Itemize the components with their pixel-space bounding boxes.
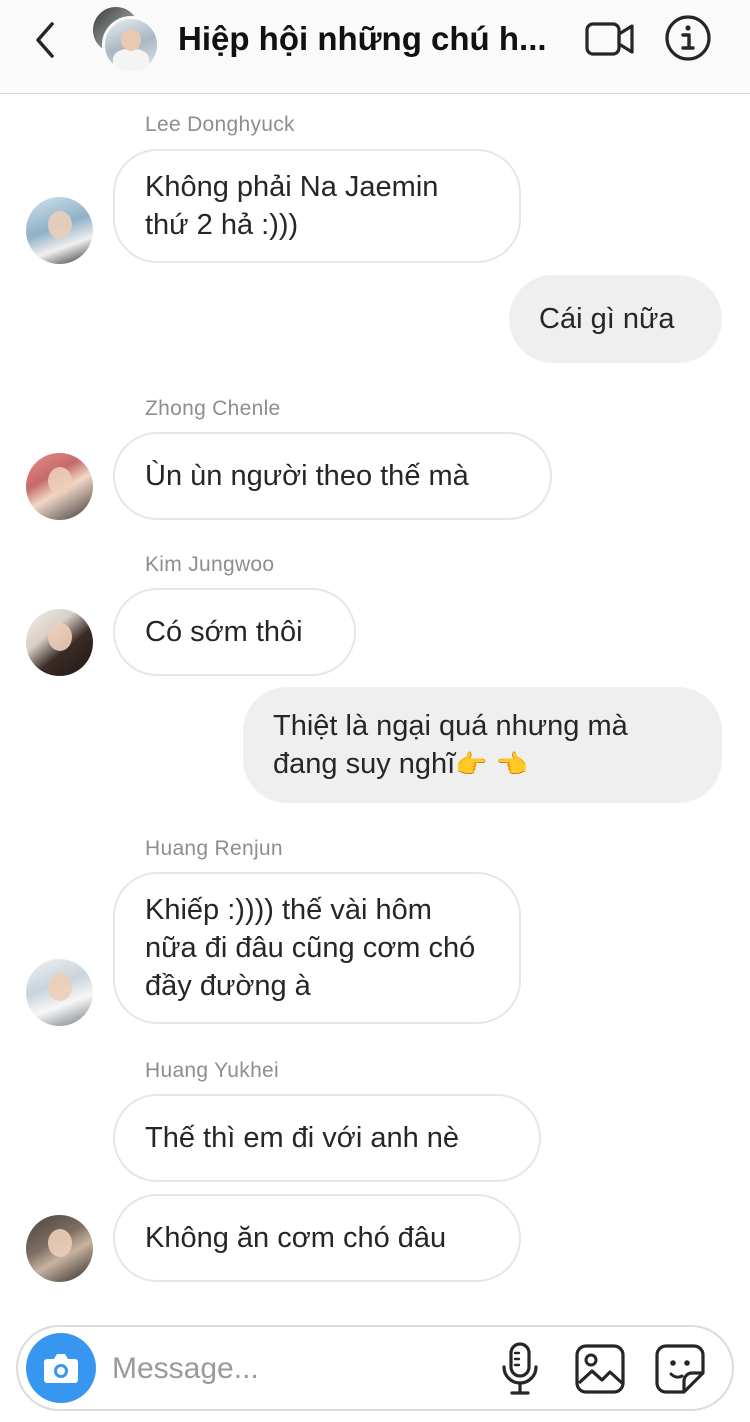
sender-name: Lee Donghyuck [145,113,295,136]
avatar[interactable] [26,609,93,676]
sender-name: Zhong Chenle [145,397,281,420]
avatar[interactable] [26,453,93,520]
received-message-bubble[interactable]: Khiếp :)))) thế vài hôm nữa đi đâu cũng … [113,872,521,1024]
pointing-emoji: 👉 👈 [455,749,529,780]
sticker-icon[interactable] [654,1343,706,1395]
avatar[interactable] [26,1215,93,1282]
camera-button[interactable] [26,1333,96,1403]
message-text: Thế thì em đi với anh nè [145,1122,460,1154]
avatar[interactable] [26,197,93,264]
received-message-bubble[interactable]: Không ăn cơm chó đâu [113,1194,521,1282]
sender-name: Huang Yukhei [145,1059,279,1082]
video-camera-icon[interactable] [584,18,636,60]
microphone-icon[interactable] [496,1341,544,1397]
received-message-bubble[interactable]: Không phải Na Jaemin thứ 2 hả :))) [113,149,521,263]
received-message-bubble[interactable]: Có sớm thôi [113,588,356,676]
chevron-left-icon[interactable] [28,18,64,62]
message-text: Khiếp :)))) thế vài hôm nữa đi đâu cũng … [145,894,476,1002]
message-text: Cái gì nữa [539,303,675,335]
avatar[interactable] [26,959,93,1026]
sender-name: Kim Jungwoo [145,553,275,576]
message-text: Thiệt là ngại quá nhưng mà đang suy nghĩ… [273,707,692,784]
message-text-body: Thiệt là ngại quá nhưng mà đang suy nghĩ [273,709,628,780]
chat-title[interactable]: Hiệp hội những chú h... [178,18,568,60]
message-text: Ùn ùn người theo thế mà [145,460,469,492]
message-text: Có sớm thôi [145,616,303,648]
sent-message-bubble[interactable]: Cái gì nữa [509,275,722,363]
received-message-bubble[interactable]: Thế thì em đi với anh nè [113,1094,541,1182]
message-text: Không phải Na Jaemin thứ 2 hả :))) [145,171,439,241]
gallery-icon[interactable] [574,1343,626,1395]
group-avatar-front[interactable] [102,16,160,74]
camera-icon [44,1354,78,1383]
message-text: Không ăn cơm chó đâu [145,1222,447,1254]
info-icon[interactable] [664,14,712,62]
received-message-bubble[interactable]: Ùn ùn người theo thế mà [113,432,552,520]
message-composer [16,1325,734,1411]
sender-name: Huang Renjun [145,837,283,860]
sent-message-bubble[interactable]: Thiệt là ngại quá nhưng mà đang suy nghĩ… [243,687,722,803]
message-input[interactable] [110,1345,474,1393]
chat-header: Hiệp hội những chú h... [0,0,750,94]
